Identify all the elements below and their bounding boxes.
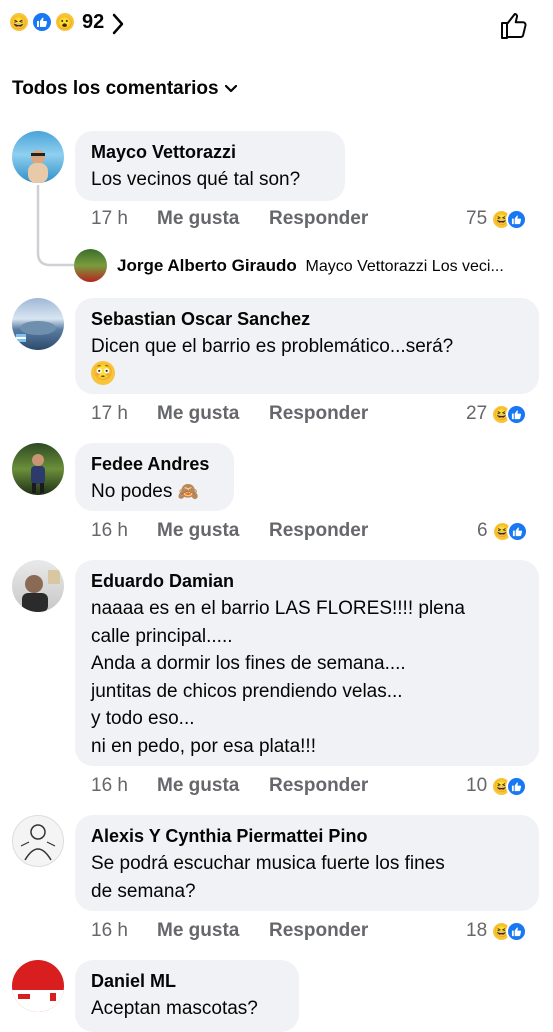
like-icon [506,208,528,230]
haha-icon: 😆 [8,11,30,33]
comment-bubble: Eduardo Damian naaaa es en el barrio LAS… [75,560,539,766]
comment-text: Aceptan mascotas? [91,998,258,1019]
reply-avatar[interactable] [74,249,107,282]
like-icon [506,520,528,542]
reply-action[interactable]: Responder [269,520,368,542]
avatar[interactable] [12,560,64,612]
comment-text: naaaa es en el barrio LAS FLORES!!!! ple… [91,598,465,757]
like-action[interactable]: Me gusta [157,208,269,230]
reaction-summary[interactable]: 10 😆 [466,775,528,797]
comment-bubble: Daniel ML Aceptan mascotas? [75,960,299,1032]
see-no-evil-monkey-icon: 🙈 [177,482,199,501]
comment-actions: 17 h Me gusta Responder [91,403,368,425]
comment-actions: 16 h Me gusta Responder [91,775,368,797]
reaction-summary[interactable]: 27 😆 [466,403,528,425]
reaction-count: 92 [82,11,105,33]
avatar[interactable] [12,815,64,867]
thread-connector [36,185,74,267]
like-action[interactable]: Me gusta [157,775,269,797]
avatar[interactable] [12,298,64,350]
comment-author[interactable]: Fedee Andres [91,453,218,475]
reaction-count: 75 [466,208,488,229]
comment-text-content: No podes [91,481,173,502]
reply-preview[interactable]: Jorge Alberto Giraudo Mayco Vettorazzi L… [117,256,504,276]
like-icon [506,775,528,797]
reactions-bar[interactable]: 😆 😮 92 [0,0,553,50]
comment-actions: 16 h Me gusta Responder [91,920,368,942]
like-action[interactable]: Me gusta [157,520,269,542]
comment-author[interactable]: Alexis Y Cynthia Piermattei Pino [91,825,523,847]
comment-text: Dicen que el barrio es problemático...se… [91,336,454,357]
comment-text: Los vecinos qué tal son? [91,169,301,190]
like-icon [506,920,528,942]
comment-bubble: Fedee Andres No podes 🙈 [75,443,234,511]
avatar[interactable] [12,960,64,1012]
reaction-summary[interactable]: 75 😆 [466,208,528,230]
comment-bubble: Alexis Y Cynthia Piermattei Pino Se podr… [75,815,539,911]
comment-author[interactable]: Daniel ML [91,970,283,992]
chevron-down-icon [224,85,237,93]
reply-action[interactable]: Responder [269,208,368,230]
reply-action[interactable]: Responder [269,775,368,797]
wow-icon: 😮 [54,11,76,33]
comment-sort-dropdown[interactable]: Todos los comentarios [12,78,237,100]
comment-time: 16 h [91,520,128,541]
comment-actions: 17 h Me gusta Responder [91,208,368,230]
reaction-count: 6 [477,520,488,541]
comment-author[interactable]: Sebastian Oscar Sanchez [91,308,523,330]
comment-time: 17 h [91,403,128,424]
reply-action[interactable]: Responder [269,920,368,942]
comment-text: Se podrá escuchar musica fuerte los fine… [91,853,445,902]
like-icon [506,403,528,425]
reaction-count: 18 [466,920,488,941]
comment-author[interactable]: Eduardo Damian [91,570,523,592]
comment-actions: 16 h Me gusta Responder [91,520,368,542]
sort-label: Todos los comentarios [12,78,219,99]
reaction-summary[interactable]: 6 😆 [477,520,528,542]
avatar[interactable] [12,443,64,495]
like-button-icon[interactable] [496,8,532,44]
reply-author: Jorge Alberto Giraudo [117,256,297,275]
avatar[interactable] [12,131,64,183]
chevron-right-icon[interactable] [110,12,126,36]
like-icon [31,11,53,33]
reply-text: Mayco Vettorazzi Los veci... [305,258,504,275]
like-action[interactable]: Me gusta [157,403,269,425]
reaction-count: 27 [466,403,488,424]
flushed-face-icon: 😳 [91,360,115,385]
reply-action[interactable]: Responder [269,403,368,425]
comment-bubble: Mayco Vettorazzi Los vecinos qué tal son… [75,131,345,201]
comment-time: 16 h [91,920,128,941]
comment-bubble: Sebastian Oscar Sanchez Dicen que el bar… [75,298,539,394]
comment-time: 16 h [91,775,128,796]
reaction-summary[interactable]: 18 😆 [466,920,528,942]
like-action[interactable]: Me gusta [157,920,269,942]
reaction-count: 10 [466,775,488,796]
comment-text: No podes 🙈 [91,478,218,506]
comment-time: 17 h [91,208,128,229]
comment-author[interactable]: Mayco Vettorazzi [91,141,329,163]
